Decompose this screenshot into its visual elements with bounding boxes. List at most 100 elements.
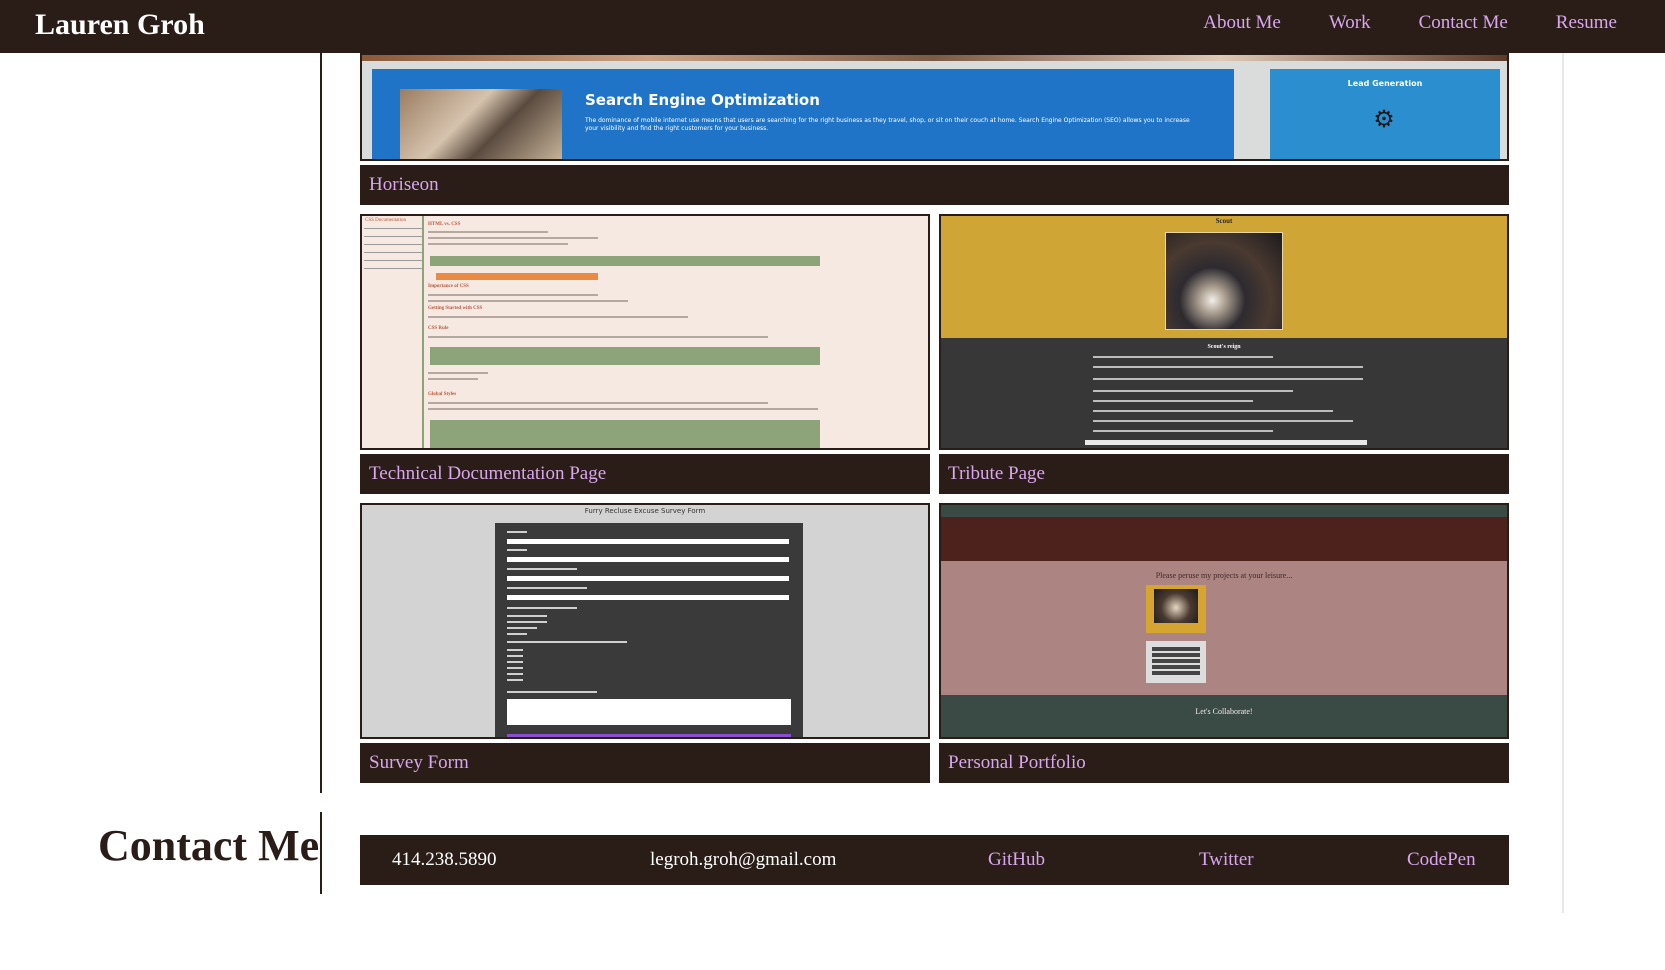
thumbnail-hero	[941, 517, 1507, 561]
thumbnail-form-input	[507, 576, 789, 581]
thumbnail-text-line	[428, 372, 488, 374]
thumbnail-heading: Getting Started with CSS	[428, 306, 483, 311]
thumbnail-sidebar: CSS Documentation	[362, 216, 424, 448]
thumbnail-form-option	[507, 633, 527, 635]
thumbnail-text-line	[428, 336, 768, 338]
thumbnail-sidebar-item	[364, 268, 422, 269]
page-edge	[1562, 53, 1564, 913]
contact-phone[interactable]: 414.238.5890	[392, 849, 497, 871]
thumbnail-cat-photo	[1165, 232, 1283, 330]
project-thumbnail-personal-portfolio[interactable]: Please peruse my projects at your leisur…	[939, 503, 1509, 739]
thumbnail-project-card	[1146, 641, 1206, 683]
thumbnail-hero: Scout	[941, 216, 1507, 338]
thumbnail-form-option	[507, 655, 523, 657]
thumbnail-sidebar-item	[364, 260, 422, 261]
thumbnail-footer	[941, 695, 1507, 737]
thumbnail-heading: Global Styles	[428, 392, 457, 397]
thumbnail-code-box	[430, 347, 820, 365]
thumbnail-text-line	[428, 237, 598, 239]
lead-generation-icon: ⚙	[1373, 107, 1395, 133]
thumbnail-form-option	[507, 621, 547, 623]
nav-link-work[interactable]: Work	[1329, 12, 1371, 34]
section-divider	[320, 812, 322, 894]
contact-link-twitter[interactable]: Twitter	[1199, 849, 1254, 871]
thumbnail-headline: Search Engine Optimization	[585, 91, 820, 109]
thumbnail-body: The dominance of mobile internet use mea…	[585, 117, 1190, 132]
nav-link-resume[interactable]: Resume	[1556, 12, 1617, 34]
project-thumbnail-tribute-page[interactable]: Scout Scout's reign	[939, 214, 1509, 450]
project-caption-technical-documentation[interactable]: Technical Documentation Page	[360, 454, 930, 494]
thumbnail-form-option	[507, 615, 547, 617]
thumbnail-form-option	[507, 649, 523, 651]
thumbnail-list-item	[1093, 356, 1273, 358]
thumbnail-code-box	[430, 256, 820, 266]
thumbnail-list-item	[1093, 430, 1273, 432]
thumbnail-list-item	[1093, 378, 1363, 380]
thumbnail-code-box	[430, 420, 820, 448]
thumbnail-card-image	[1152, 647, 1200, 677]
thumbnail-text-line	[428, 408, 818, 410]
thumbnail-photo	[400, 89, 562, 159]
thumbnail-list-item	[1093, 390, 1293, 392]
thumbnail-list-item	[1093, 410, 1333, 412]
project-caption-personal-portfolio[interactable]: Personal Portfolio	[939, 743, 1509, 783]
thumbnail-headline: Furry Recluse Excuse Survey Form	[584, 507, 706, 515]
thumbnail-form-label	[507, 568, 577, 570]
thumbnail-form-select	[507, 595, 789, 600]
thumbnail-sidebar-item	[364, 228, 422, 229]
contact-link-codepen[interactable]: CodePen	[1407, 849, 1476, 871]
thumbnail-text-line	[428, 402, 768, 404]
thumbnail-form-label	[507, 691, 597, 693]
thumbnail-footer-title: Let's Collaborate!	[1195, 707, 1253, 716]
thumbnail-text-line	[428, 316, 688, 318]
thumbnail-text-line	[428, 243, 568, 245]
thumbnail-list-item	[1093, 400, 1253, 402]
thumbnail-form-option	[507, 673, 523, 675]
nav-link-about-me[interactable]: About Me	[1203, 12, 1281, 34]
contact-link-github[interactable]: GitHub	[988, 849, 1045, 871]
thumbnail-heading: HTML vs. CSS	[428, 222, 461, 227]
project-thumbnail-horiseon[interactable]: Search Engine Optimization The dominance…	[360, 53, 1509, 161]
thumbnail-side-panel: Lead Generation ⚙	[1270, 69, 1500, 159]
project-caption-horiseon[interactable]: Horiseon	[360, 165, 1509, 205]
thumbnail-form-input	[507, 557, 789, 562]
project-thumbnail-survey-form[interactable]: Furry Recluse Excuse Survey Form	[360, 503, 930, 739]
contact-email[interactable]: legroh.groh@gmail.com	[650, 849, 836, 871]
project-thumbnail-technical-documentation[interactable]: CSS Documentation HTML vs. CSS Importanc…	[360, 214, 930, 450]
project-caption-tribute-page[interactable]: Tribute Page	[939, 454, 1509, 494]
contact-heading: Contact Me	[98, 821, 320, 870]
thumbnail-sidebar-item	[364, 244, 422, 245]
thumbnail-list-item	[1093, 366, 1363, 368]
site-brand[interactable]: Lauren Groh	[35, 8, 205, 42]
thumbnail-footer-bar	[1085, 440, 1367, 445]
thumbnail-sidebar-item	[364, 252, 422, 253]
thumbnail-headline: Please peruse my projects at your leisur…	[1155, 571, 1293, 580]
thumbnail-form-label	[507, 641, 627, 643]
thumbnail-text-line	[428, 231, 548, 233]
thumbnail-project-card	[1146, 585, 1206, 633]
thumbnail-form-option	[507, 667, 523, 669]
thumbnail-text-line	[428, 294, 598, 296]
thumbnail-form-label	[507, 549, 527, 551]
thumbnail-text-line	[428, 378, 478, 380]
thumbnail-list-item	[1093, 420, 1353, 422]
thumbnail-seo-panel: Search Engine Optimization The dominance…	[372, 69, 1234, 159]
thumbnail-form-input	[507, 539, 789, 544]
thumbnail-form-label	[507, 587, 587, 589]
thumbnail-section-title: Scout's reign	[1207, 344, 1241, 350]
contact-bar: 414.238.5890 legroh.groh@gmail.com GitHu…	[360, 835, 1509, 885]
thumbnail-heading: Importance of CSS	[428, 284, 469, 289]
thumbnail-sidebar-item	[364, 236, 422, 237]
thumbnail-form	[495, 523, 803, 737]
top-navbar: Lauren Groh About Me Work Contact Me Res…	[0, 0, 1665, 53]
thumbnail-form-textarea	[507, 699, 791, 725]
thumbnail-form-option	[507, 679, 523, 681]
thumbnail-heading: CSS Rule	[428, 326, 449, 331]
nav-link-contact-me[interactable]: Contact Me	[1419, 12, 1508, 34]
project-caption-survey-form[interactable]: Survey Form	[360, 743, 930, 783]
thumbnail-form-option	[507, 627, 537, 629]
thumbnail-hero-strip	[362, 55, 1507, 61]
thumbnail-sidebar-title: CSS Documentation	[365, 218, 406, 223]
thumbnail-form-label	[507, 531, 527, 533]
nav-links: About Me Work Contact Me Resume	[1203, 12, 1617, 34]
